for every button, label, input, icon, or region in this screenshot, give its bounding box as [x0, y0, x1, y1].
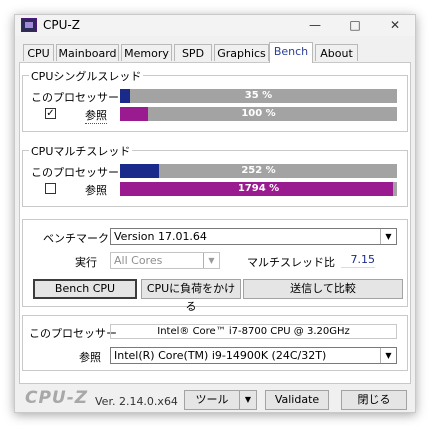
reference-processor-value: Intel(R) Core(TM) i9-14900K (24C/32T): [114, 349, 327, 362]
mt-ratio-label: マルチスレッド比: [247, 256, 335, 269]
multi-this-processor-value: 252 %: [241, 165, 276, 176]
tools-dropdown-icon[interactable]: ▼: [239, 390, 257, 410]
multi-reference-value: 1794 %: [237, 183, 280, 194]
run-mode-select[interactable]: All Cores ▼: [110, 252, 220, 269]
tab-memory[interactable]: Memory: [121, 44, 172, 61]
tab-graphics[interactable]: Graphics: [214, 44, 269, 61]
cpuz-app-icon: [21, 18, 37, 32]
single-reference-bar: 100 %: [120, 107, 397, 121]
single-this-processor-value: 35 %: [244, 90, 273, 101]
single-reference-checkbox[interactable]: ✓: [45, 108, 56, 119]
close-window-button[interactable]: ✕: [375, 15, 415, 36]
tab-spd[interactable]: SPD: [174, 44, 212, 61]
bench-panel: CPUシングルスレッド このプロセッサー 35 % ✓ 参照 100 % CPU…: [19, 62, 411, 384]
chevron-down-icon[interactable]: ▼: [203, 253, 219, 268]
reference-processor-label: 参照: [79, 351, 101, 364]
tab-cpu[interactable]: CPU: [23, 44, 54, 61]
cpuz-window: CPU-Z — □ ✕ CPU Mainboard Memory SPD Gra…: [14, 14, 416, 413]
single-thread-label: CPUシングルスレッド: [29, 68, 144, 84]
multi-this-processor-bar: 252 %: [120, 164, 397, 178]
tab-bar: CPU Mainboard Memory SPD Graphics Bench …: [19, 42, 411, 63]
tools-button[interactable]: ツール: [184, 390, 240, 410]
cpuz-logo: CPU-Z: [25, 388, 89, 408]
stress-cpu-button[interactable]: CPUに負荷をかける: [141, 279, 241, 313]
tab-about[interactable]: About: [315, 44, 358, 61]
single-reference-label: 参照: [85, 109, 107, 124]
window-title: CPU-Z: [43, 18, 80, 32]
single-this-processor-label: このプロセッサー: [31, 91, 119, 104]
reference-processor-select[interactable]: Intel(R) Core(TM) i9-14900K (24C/32T) ▼: [110, 347, 397, 364]
chevron-down-icon[interactable]: ▼: [380, 229, 396, 244]
this-processor-value: Intel® Core™ i7-8700 CPU @ 3.20GHz: [110, 324, 397, 339]
multi-reference-label: 参照: [85, 184, 107, 197]
minimize-button[interactable]: —: [295, 15, 335, 36]
validate-button[interactable]: Validate: [265, 390, 329, 410]
chevron-down-icon[interactable]: ▼: [380, 348, 396, 363]
tab-bench[interactable]: Bench: [269, 42, 313, 63]
bench-cpu-button[interactable]: Bench CPU: [33, 279, 137, 299]
multi-this-processor-label: このプロセッサー: [31, 166, 119, 179]
multi-reference-bar: 1794 %: [120, 182, 397, 196]
run-mode-value: All Cores: [114, 254, 163, 267]
multi-thread-label: CPUマルチスレッド: [29, 143, 133, 159]
submit-compare-button[interactable]: 送信して比較: [243, 279, 403, 299]
run-label: 実行: [75, 256, 97, 269]
benchmark-version-value: Version 17.01.64: [114, 230, 207, 243]
mt-ratio-value: 7.15: [341, 252, 375, 268]
single-this-processor-bar: 35 %: [120, 89, 397, 103]
benchmark-settings-group: ベンチマーク Version 17.01.64 ▼ 実行 All Cores ▼…: [22, 219, 408, 313]
multi-reference-checkbox[interactable]: [45, 183, 56, 194]
benchmark-label: ベンチマーク: [43, 232, 109, 245]
single-reference-value: 100 %: [241, 108, 276, 119]
tab-mainboard[interactable]: Mainboard: [56, 44, 119, 61]
maximize-button[interactable]: □: [335, 15, 375, 36]
title-bar[interactable]: CPU-Z — □ ✕: [15, 15, 415, 36]
single-thread-group: CPUシングルスレッド このプロセッサー 35 % ✓ 参照 100 %: [22, 68, 408, 132]
close-button[interactable]: 閉じる: [341, 390, 407, 410]
multi-thread-group: CPUマルチスレッド このプロセッサー 252 % 参照 1794 %: [22, 143, 408, 207]
version-text: Ver. 2.14.0.x64: [95, 395, 178, 408]
processor-group: このプロセッサー Intel® Core™ i7-8700 CPU @ 3.20…: [22, 315, 408, 371]
benchmark-version-select[interactable]: Version 17.01.64 ▼: [110, 228, 397, 245]
this-processor-label: このプロセッサー: [29, 327, 117, 340]
